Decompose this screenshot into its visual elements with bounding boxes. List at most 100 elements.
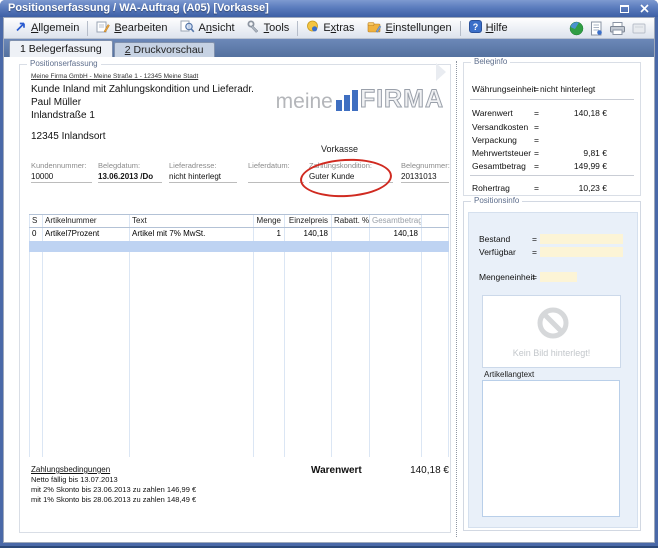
- menu-item-allgemein[interactable]: Allgemein: [9, 19, 85, 38]
- menu-item-bearbeiten[interactable]: Bearbeiten: [90, 19, 173, 38]
- equals-sign: =: [534, 84, 539, 94]
- menu-item-ansicht[interactable]: Ansicht: [174, 19, 241, 38]
- table-cell[interactable]: Artikel7Prozent: [42, 229, 129, 238]
- tabstrip: 1 Belegerfassung 2 Druckvorschau: [4, 39, 654, 57]
- printer-icon[interactable]: [609, 21, 626, 36]
- group-label: Positionserfassung: [27, 59, 101, 68]
- recipient-city: 12345 Inlandsort: [31, 131, 106, 142]
- logo-word-firma: FIRMA: [360, 87, 444, 112]
- field-belegdatum: Belegdatum: 13.06.2013 /Do: [98, 161, 162, 183]
- equals-sign: =: [532, 234, 537, 244]
- stock-row-verfuegbar: Verfügbar =: [479, 247, 516, 258]
- maximize-button[interactable]: [618, 3, 631, 14]
- field-value[interactable]: [248, 170, 304, 183]
- table-row[interactable]: 0 Artikel7Prozent Artikel mit 7% MwSt. 1…: [29, 227, 449, 240]
- field-value[interactable]: 20131013: [401, 170, 449, 183]
- menu-item-label: Einstellungen: [386, 22, 452, 34]
- document-icon[interactable]: [590, 21, 603, 36]
- card-icon[interactable]: [632, 23, 646, 34]
- field-label: Kundennummer:: [31, 161, 92, 170]
- column-header[interactable]: S: [29, 216, 42, 225]
- column-header[interactable]: Rabatt. %: [331, 216, 369, 225]
- titlebar: Positionserfassung / WA-Auftrag (A05) [V…: [0, 0, 658, 17]
- items-table: S Artikelnummer Text Menge Einzelpreis R…: [29, 214, 449, 457]
- article-image-box: Kein Bild hinterlegt!: [482, 295, 621, 368]
- document-type: Vorkasse: [321, 144, 358, 154]
- info-value: 10,23 €: [540, 183, 607, 193]
- column-header[interactable]: Einzelpreis: [284, 216, 331, 225]
- edit-icon: [96, 20, 110, 36]
- menu-item-extras[interactable]: Extras: [300, 19, 360, 38]
- app-window: Positionserfassung / WA-Auftrag (A05) [V…: [0, 0, 658, 548]
- total-label: Warenwert: [311, 465, 362, 476]
- recipient-line-3: Inlandstraße 1: [31, 110, 95, 121]
- column-header[interactable]: Menge: [253, 216, 284, 225]
- tab-belegerfassung[interactable]: 1 Belegerfassung: [9, 40, 113, 57]
- close-button[interactable]: [638, 3, 651, 14]
- positionsinfo-panel: Bestand = Verfügbar = Mengeneinheit =: [468, 212, 638, 528]
- table-cell[interactable]: 140,18: [369, 229, 421, 238]
- panel-splitter[interactable]: [456, 61, 457, 537]
- no-image-icon: [535, 305, 571, 346]
- menu-separator: [460, 21, 461, 36]
- divider: [470, 99, 634, 100]
- divider: [470, 175, 634, 176]
- no-image-text: Kein Bild hinterlegt!: [483, 348, 620, 358]
- magnifier-icon: [180, 20, 195, 36]
- menu-item-label: Extras: [323, 22, 354, 34]
- equals-sign: =: [532, 247, 537, 257]
- close-icon: [640, 4, 649, 13]
- field-lieferadresse: Lieferadresse: nicht hinterlegt: [169, 161, 237, 183]
- field-value[interactable]: nicht hinterlegt: [169, 170, 237, 183]
- menubar: Allgemein Bearbeiten Ansicht Tools Extra…: [4, 18, 654, 39]
- group-positionsinfo: Positionsinfo Bestand = Verfügbar = Meng…: [463, 201, 641, 531]
- mengeneinheit-value-field: [540, 272, 577, 282]
- recipient-line-2: Paul Müller: [31, 97, 81, 108]
- menu-item-tools[interactable]: Tools: [241, 19, 296, 38]
- selected-empty-row[interactable]: [29, 241, 449, 252]
- table-cell[interactable]: 140,18: [284, 229, 331, 238]
- table-cell[interactable]: 0: [29, 229, 42, 238]
- column-header[interactable]: Gesamtbetrag: [369, 216, 421, 225]
- tab-druckvorschau[interactable]: 2 Druckvorschau: [114, 42, 215, 57]
- table-cell[interactable]: 1: [253, 229, 284, 238]
- field-label: Belegdatum:: [98, 161, 162, 170]
- longtext-label: Artikellangtext: [484, 370, 534, 379]
- info-row-waehrungseinheit: Währungseinheit = nicht hinterlegt: [472, 84, 632, 96]
- field-kundennummer: Kundennummer: 10000: [31, 161, 92, 183]
- tab-label: 2 Druckvorschau: [125, 44, 204, 56]
- field-label: Belegnummer:: [401, 161, 449, 170]
- column-header[interactable]: Artikelnummer: [42, 216, 129, 225]
- globe-icon[interactable]: [569, 21, 584, 36]
- menu-separator: [87, 21, 88, 36]
- group-label: Beleginfo: [471, 57, 510, 66]
- field-lieferdatum: Lieferdatum:: [248, 161, 304, 183]
- info-row-warenwert: Warenwert = 140,18 €: [472, 108, 632, 120]
- info-value: 140,18 €: [540, 108, 607, 118]
- sender-line: Meine Firma GmbH - Meine Straße 1 - 1234…: [31, 73, 198, 80]
- table-header-row: S Artikelnummer Text Menge Einzelpreis R…: [29, 214, 449, 227]
- column-header[interactable]: Text: [129, 216, 253, 225]
- menu-item-hilfe[interactable]: ? Hilfe: [463, 19, 514, 38]
- info-row-rohertrag: Rohertrag = 10,23 €: [472, 183, 632, 195]
- bestand-value-field: [540, 234, 623, 244]
- settings-icon: [367, 21, 382, 36]
- field-value[interactable]: 10000: [31, 170, 92, 183]
- group-label: Positionsinfo: [471, 196, 522, 205]
- content-area: Positionserfassung Meine Firma GmbH - Me…: [4, 57, 654, 542]
- equals-sign: =: [534, 148, 539, 158]
- longtext-box[interactable]: [482, 380, 620, 517]
- info-row-verpackung: Verpackung =: [472, 135, 632, 147]
- menu-item-einstellungen[interactable]: Einstellungen: [361, 19, 458, 38]
- splitter-grip-icon[interactable]: [436, 63, 446, 81]
- equals-sign: =: [534, 183, 539, 193]
- payment-line: mit 1% Skonto bis 28.06.2013 zu zahlen 1…: [31, 495, 196, 504]
- field-value[interactable]: 13.06.2013 /Do: [98, 170, 162, 183]
- total-value: 140,18 €: [379, 465, 449, 476]
- table-cell[interactable]: Artikel mit 7% MwSt.: [129, 229, 253, 238]
- menu-item-label: Tools: [264, 22, 290, 34]
- info-value: nicht hinterlegt: [540, 84, 607, 94]
- info-row-gesamtbetrag: Gesamtbetrag = 149,99 €: [472, 161, 632, 173]
- extras-icon: [306, 20, 319, 36]
- menu-item-label: Hilfe: [486, 22, 508, 34]
